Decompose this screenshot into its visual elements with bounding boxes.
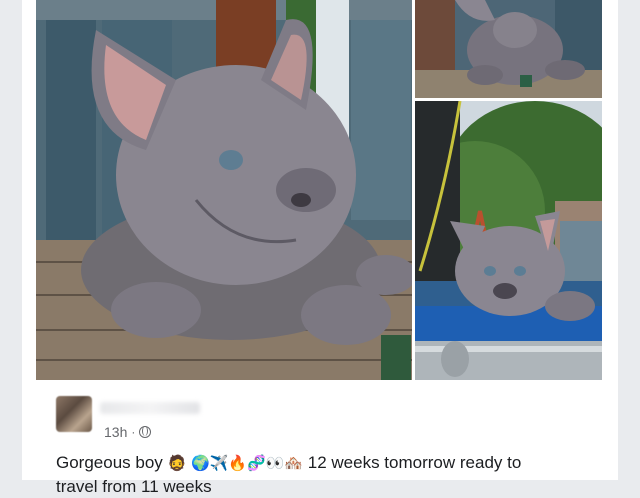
avatar[interactable]	[56, 396, 92, 432]
puppy-photo-trampoline	[415, 101, 602, 380]
puppy-photo-main	[36, 0, 412, 380]
post-text-end: 12 weeks tomorrow ready to	[303, 453, 522, 472]
photo-grid	[36, 0, 602, 382]
author-name-blurred[interactable]	[100, 402, 200, 414]
post-footer: 13h · Gorgeous boy 🧔 🌍✈️🔥🧬👀🏘️ 12 weeks t…	[36, 382, 602, 496]
meta-separator: ·	[131, 425, 136, 439]
globe-icon[interactable]	[139, 426, 152, 438]
photo-main[interactable]	[36, 0, 412, 380]
puppy-photo-top	[415, 0, 602, 98]
post-emojis: 🧔 🌍✈️🔥🧬👀🏘️	[167, 454, 304, 472]
post-text-line2: travel from 11 weeks	[56, 477, 212, 496]
post-timestamp[interactable]: 13h	[104, 424, 127, 440]
post-text: Gorgeous boy 🧔 🌍✈️🔥🧬👀🏘️ 12 weeks tomorro…	[56, 452, 596, 474]
post-meta: 13h ·	[104, 424, 152, 440]
photo-top-right[interactable]	[415, 0, 602, 98]
post-text-start: Gorgeous boy	[56, 453, 163, 472]
photo-bottom-right[interactable]	[415, 101, 602, 380]
